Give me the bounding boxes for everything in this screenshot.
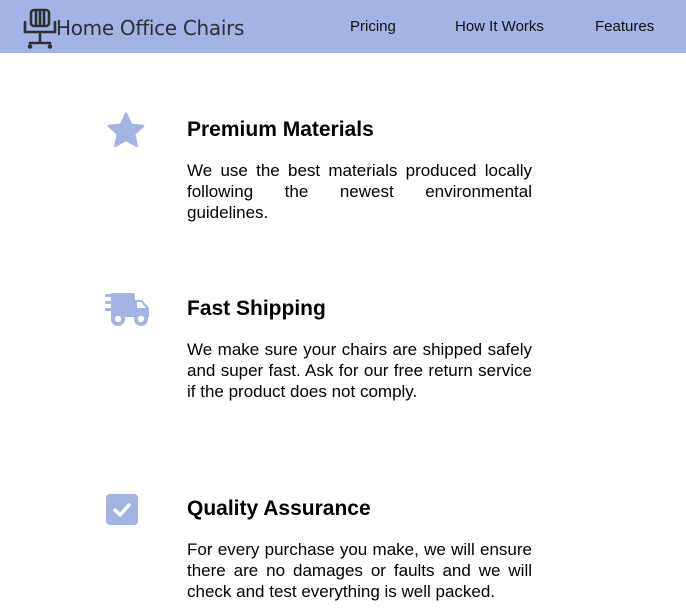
office-chair-icon[interactable]	[22, 8, 58, 50]
shipping-truck-icon	[105, 293, 149, 326]
feature-title-premium-materials: Premium Materials	[187, 118, 374, 141]
site-header: Home Office Chairs Pricing How It Works …	[0, 0, 686, 53]
feature-description-quality-assurance: For every purchase you make, we will ens…	[187, 540, 532, 601]
star-icon	[107, 112, 145, 148]
brand-name[interactable]: Home Office Chairs	[56, 16, 244, 40]
feature-description-premium-materials: We use the best materials produced local…	[187, 161, 532, 222]
nav-link-how-it-works[interactable]: How It Works	[455, 18, 544, 35]
nav-link-pricing[interactable]: Pricing	[350, 18, 396, 35]
feature-title-fast-shipping: Fast Shipping	[187, 297, 326, 320]
feature-title-quality-assurance: Quality Assurance	[187, 497, 371, 520]
checkbox-icon	[106, 494, 138, 525]
nav-link-features[interactable]: Features	[595, 18, 654, 35]
feature-description-fast-shipping: We make sure your chairs are shipped saf…	[187, 340, 532, 401]
